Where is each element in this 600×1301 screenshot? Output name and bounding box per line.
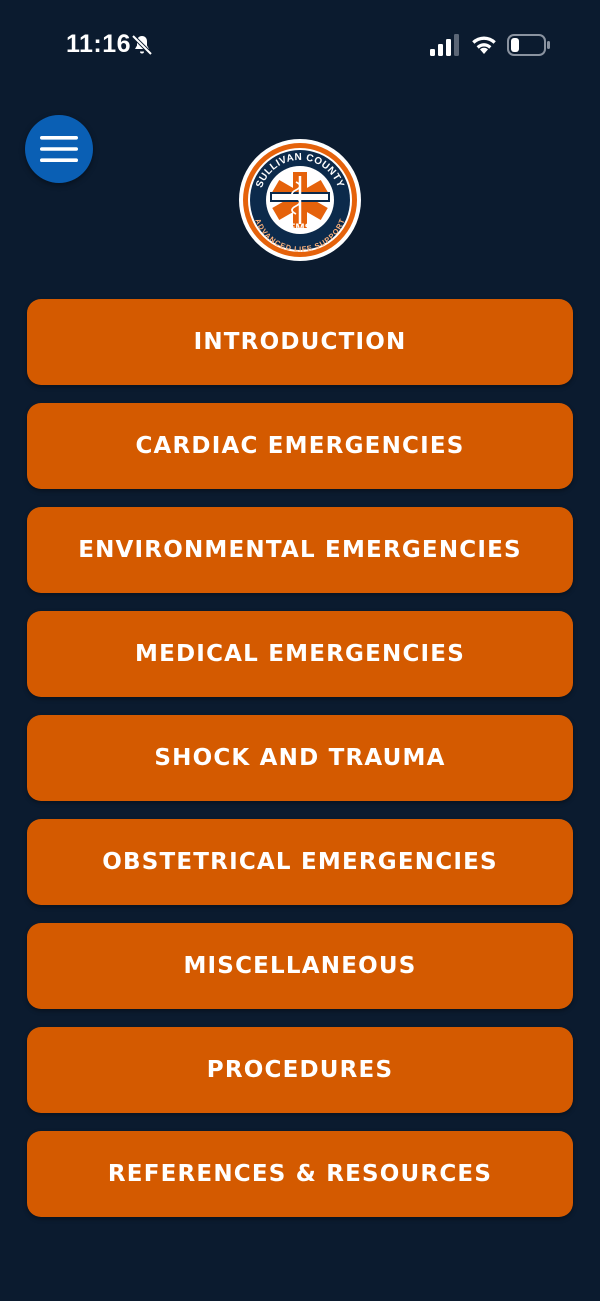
menu-item-references-resources[interactable]: REFERENCES & RESOURCES: [27, 1131, 573, 1217]
menu-item-introduction[interactable]: INTRODUCTION: [27, 299, 573, 385]
menu-item-shock-and-trauma[interactable]: SHOCK AND TRAUMA: [27, 715, 573, 801]
menu-item-obstetrical-emergencies[interactable]: OBSTETRICAL EMERGENCIES: [27, 819, 573, 905]
menu-item-miscellaneous[interactable]: MISCELLANEOUS: [27, 923, 573, 1009]
cellular-signal-icon: [430, 34, 459, 56]
hamburger-menu-icon: [40, 136, 78, 162]
menu-item-procedures[interactable]: PROCEDURES: [27, 1027, 573, 1113]
menu-item-medical-emergencies[interactable]: MEDICAL EMERGENCIES: [27, 611, 573, 697]
logo-center-text: EMS: [288, 222, 312, 234]
menu-item-environmental-emergencies[interactable]: ENVIRONMENTAL EMERGENCIES: [27, 507, 573, 593]
main-menu-list: INTRODUCTION CARDIAC EMERGENCIES ENVIRON…: [27, 299, 573, 1235]
menu-item-cardiac-emergencies[interactable]: CARDIAC EMERGENCIES: [27, 403, 573, 489]
sullivan-county-ems-logo: SULLIVAN COUNTY EMS ADVANCED LIFE SUPPOR…: [239, 139, 361, 261]
bell-slash-icon: [131, 34, 153, 56]
hamburger-menu-button[interactable]: [25, 115, 93, 183]
wifi-icon: [472, 36, 496, 54]
status-bar: 11:16: [0, 0, 600, 90]
battery-icon: [507, 34, 550, 56]
status-time: 11:16: [66, 30, 132, 58]
